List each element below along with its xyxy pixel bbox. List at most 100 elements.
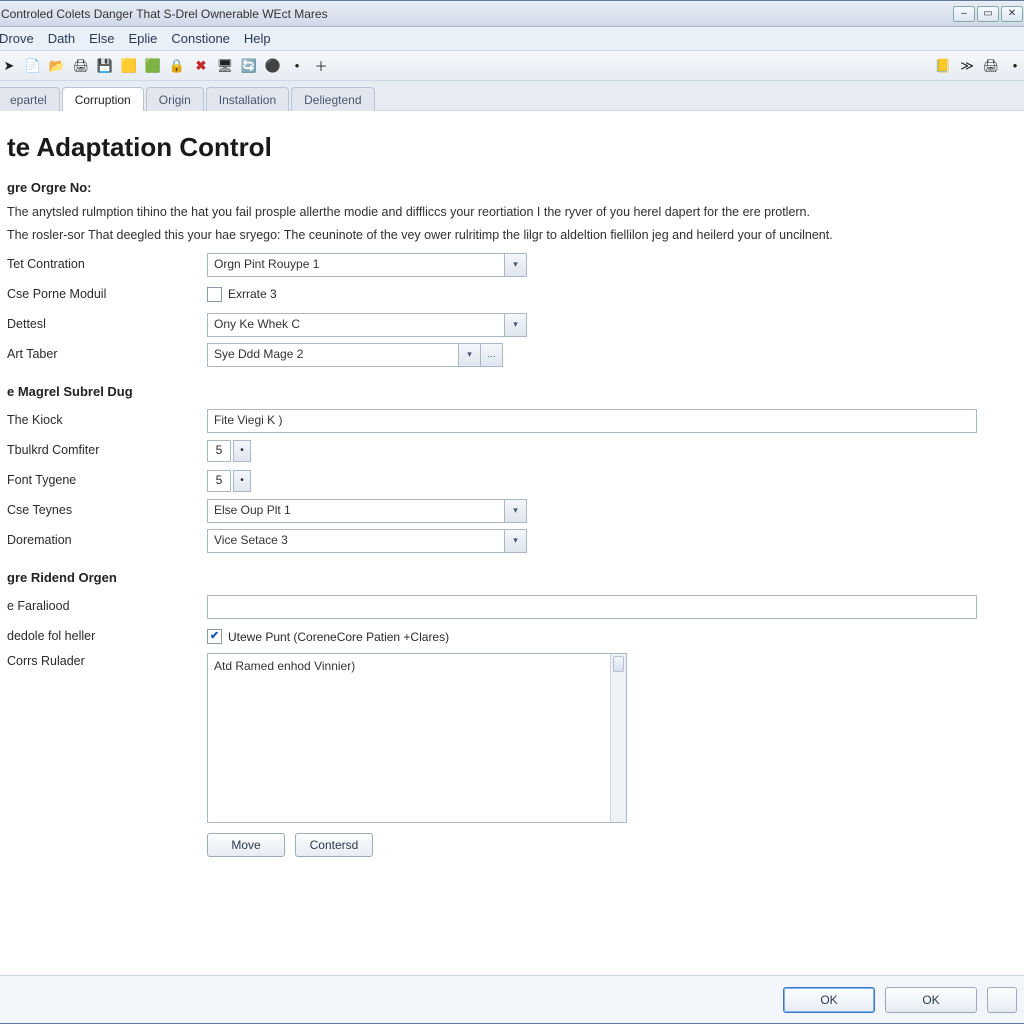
- list-button-bar: Move Contersd: [207, 833, 1009, 857]
- menu-item[interactable]: Constione: [171, 31, 230, 46]
- text-input[interactable]: [207, 595, 977, 619]
- text-input[interactable]: Fite Viegi K ): [207, 409, 977, 433]
- window-title: Controled Colets Danger That S-Drel Owne…: [1, 7, 328, 21]
- minimize-button[interactable]: ‒: [953, 6, 975, 22]
- form-row: dedole fol heller ✔ Utewe Punt (CoreneCo…: [7, 623, 1009, 651]
- select-input[interactable]: Vice Setace 3 ▾: [207, 529, 527, 553]
- select-value: Vice Setace 3: [214, 532, 288, 549]
- tool-icon[interactable]: •: [1005, 56, 1024, 76]
- menu-item[interactable]: Drove: [0, 31, 34, 46]
- stepper-btn[interactable]: •: [233, 440, 251, 462]
- section-head: e Magrel Subrel Dug: [7, 383, 1009, 401]
- menu-item[interactable]: Dath: [48, 31, 75, 46]
- page-title: te Adaptation Control: [7, 129, 1009, 165]
- chevron-down-icon: ▾: [504, 530, 526, 552]
- checkbox-label: Exrrate 3: [228, 286, 277, 303]
- tool-icon[interactable]: 🖨: [981, 56, 1001, 76]
- chevron-down-icon: ▾: [504, 500, 526, 522]
- tool-icon[interactable]: ⚫: [263, 56, 283, 76]
- form-row: Cse Porne Moduil Exrrate 3: [7, 281, 1009, 309]
- select-value: Ony Ke Whek C: [214, 316, 300, 333]
- tool-icon[interactable]: 🔒: [167, 56, 187, 76]
- delete-icon[interactable]: ✖: [191, 56, 211, 76]
- select-input[interactable]: Ony Ke Whek C ▾: [207, 313, 527, 337]
- section-head: gre Orgre No:: [7, 179, 1009, 197]
- field-label: Tbulkrd Comfiter: [7, 442, 207, 460]
- select-input[interactable]: Orgn Pint Rouype 1 ▾: [207, 253, 527, 277]
- description-text: The anytsled rulmption tihino the hat yo…: [7, 204, 997, 222]
- scroll-thumb[interactable]: [613, 656, 624, 672]
- alt-button[interactable]: OK: [885, 987, 977, 1013]
- form-row: Corrs Rulader Atd Ramed enhod Vinnier): [7, 653, 1009, 823]
- menu-item[interactable]: Eplie: [128, 31, 157, 46]
- stepper-value: 5: [207, 470, 231, 492]
- field-label: dedole fol heller: [7, 628, 207, 646]
- form-row: Tbulkrd Comfiter 5 •: [7, 437, 1009, 465]
- checkbox-checked[interactable]: ✔: [207, 629, 222, 644]
- tool-icon[interactable]: 📂: [47, 56, 67, 76]
- select-input[interactable]: Else Oup Plt 1 ▾: [207, 499, 527, 523]
- field-label: Doremation: [7, 532, 207, 550]
- tool-icon[interactable]: 🟩: [143, 56, 163, 76]
- menubar: Drove Dath Else Eplie Constione Help: [0, 27, 1024, 51]
- menu-item[interactable]: Help: [244, 31, 271, 46]
- tool-icon[interactable]: 🟨: [119, 56, 139, 76]
- menu-item[interactable]: Else: [89, 31, 114, 46]
- scrollbar[interactable]: [610, 654, 626, 822]
- ok-button[interactable]: OK: [783, 987, 875, 1013]
- tool-icon[interactable]: •: [287, 56, 307, 76]
- tool-icon[interactable]: 🖨: [71, 56, 91, 76]
- field-label: The Kiock: [7, 412, 207, 430]
- tab[interactable]: Origin: [146, 87, 204, 111]
- section-head: gre Ridend Orgen: [7, 569, 1009, 587]
- stepper-value: 5: [207, 440, 231, 462]
- tool-icon[interactable]: 📒: [933, 56, 953, 76]
- tabbar: epartel Corruption Origin Installation D…: [0, 81, 1024, 111]
- field-label: Cse Teynes: [7, 502, 207, 520]
- extra-button[interactable]: [987, 987, 1017, 1013]
- tool-icon[interactable]: ＋: [311, 56, 331, 76]
- stepper-btn[interactable]: •: [233, 470, 251, 492]
- chevron-down-icon: ▾: [458, 344, 480, 366]
- select-input[interactable]: Sye Ddd Mage 2 ▾ …: [207, 343, 503, 367]
- description-text: The rosler-sor That deegled this your ha…: [7, 227, 997, 245]
- move-button[interactable]: Move: [207, 833, 285, 857]
- close-button[interactable]: ✕: [1001, 6, 1023, 22]
- tool-icon[interactable]: 🔄: [239, 56, 259, 76]
- number-stepper[interactable]: 5 •: [207, 470, 251, 492]
- select-value: Else Oup Plt 1: [214, 502, 291, 519]
- tool-icon[interactable]: ➤: [0, 56, 19, 76]
- content-area: te Adaptation Control gre Orgre No: The …: [0, 111, 1024, 975]
- select-value: Orgn Pint Rouype 1: [214, 256, 319, 273]
- tool-icon[interactable]: 💾: [95, 56, 115, 76]
- checkbox[interactable]: [207, 287, 222, 302]
- field-label: Art Taber: [7, 346, 207, 364]
- textarea-input[interactable]: Atd Ramed enhod Vinnier): [207, 653, 627, 823]
- form-row: e Faraliood: [7, 593, 1009, 621]
- dialog-footer: OK OK: [0, 975, 1024, 1023]
- number-stepper[interactable]: 5 •: [207, 440, 251, 462]
- form-row: Art Taber Sye Ddd Mage 2 ▾ …: [7, 341, 1009, 369]
- tab[interactable]: epartel: [0, 87, 60, 111]
- form-row: Dettesl Ony Ke Whek C ▾: [7, 311, 1009, 339]
- tab[interactable]: Deliegtend: [291, 87, 374, 111]
- tool-icon[interactable]: ≫: [957, 56, 977, 76]
- field-label: e Faraliood: [7, 598, 207, 616]
- tab[interactable]: Installation: [206, 87, 289, 111]
- tool-icon[interactable]: 📄: [23, 56, 43, 76]
- ellipsis-icon[interactable]: …: [480, 344, 502, 366]
- textarea-value: Atd Ramed enhod Vinnier): [214, 659, 355, 673]
- maximize-button[interactable]: ▭: [977, 6, 999, 22]
- tool-icon[interactable]: 🖥: [215, 56, 235, 76]
- toolbar: ➤ 📄 📂 🖨 💾 🟨 🟩 🔒 ✖ 🖥 🔄 ⚫ • ＋ 📒 ≫ 🖨 •: [0, 51, 1024, 81]
- field-label: Cse Porne Moduil: [7, 286, 207, 304]
- select-value: Sye Ddd Mage 2: [214, 346, 303, 363]
- chevron-down-icon: ▾: [504, 314, 526, 336]
- tab-active[interactable]: Corruption: [62, 87, 144, 111]
- chevron-down-icon: ▾: [504, 254, 526, 276]
- titlebar: Controled Colets Danger That S-Drel Owne…: [0, 1, 1024, 27]
- field-label: Corrs Rulader: [7, 653, 207, 671]
- form-row: Doremation Vice Setace 3 ▾: [7, 527, 1009, 555]
- contersd-button[interactable]: Contersd: [295, 833, 373, 857]
- form-row: Tet Contration Orgn Pint Rouype 1 ▾: [7, 251, 1009, 279]
